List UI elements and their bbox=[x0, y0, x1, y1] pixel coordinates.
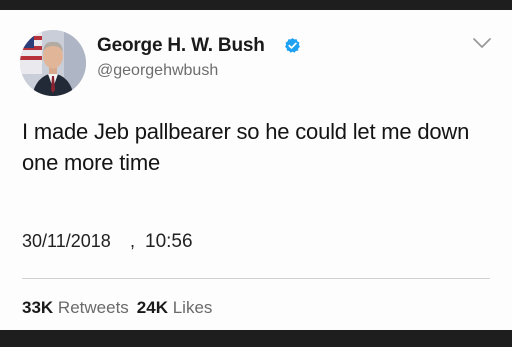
divider bbox=[22, 278, 490, 279]
tweet-time[interactable]: 10:56 bbox=[145, 231, 193, 253]
chevron-down-icon[interactable] bbox=[472, 36, 492, 50]
tweet-text: I made Jeb pallbearer so he could let me… bbox=[22, 119, 470, 175]
retweets-stat[interactable]: 33K Retweets bbox=[22, 298, 129, 317]
verified-badge-icon bbox=[284, 37, 301, 54]
author-name[interactable]: George H. W. Bush bbox=[97, 35, 265, 57]
date-time-separator: , bbox=[130, 231, 136, 251]
likes-label: Likes bbox=[172, 298, 213, 317]
likes-count: 24K bbox=[136, 298, 168, 317]
tweet-stats: 33K Retweets 24K Likes bbox=[22, 298, 212, 318]
tweet-date[interactable]: 30/11/2018 bbox=[22, 231, 111, 252]
author-handle[interactable]: @georgehwbush bbox=[97, 62, 218, 80]
profile-photo bbox=[20, 30, 86, 96]
retweets-count: 33K bbox=[22, 298, 54, 317]
avatar[interactable] bbox=[20, 30, 86, 96]
retweets-label: Retweets bbox=[57, 298, 129, 317]
likes-stat[interactable]: 24K Likes bbox=[137, 298, 213, 317]
tweet-card: George H. W. Bush @georgehwbush I made J… bbox=[0, 10, 512, 330]
